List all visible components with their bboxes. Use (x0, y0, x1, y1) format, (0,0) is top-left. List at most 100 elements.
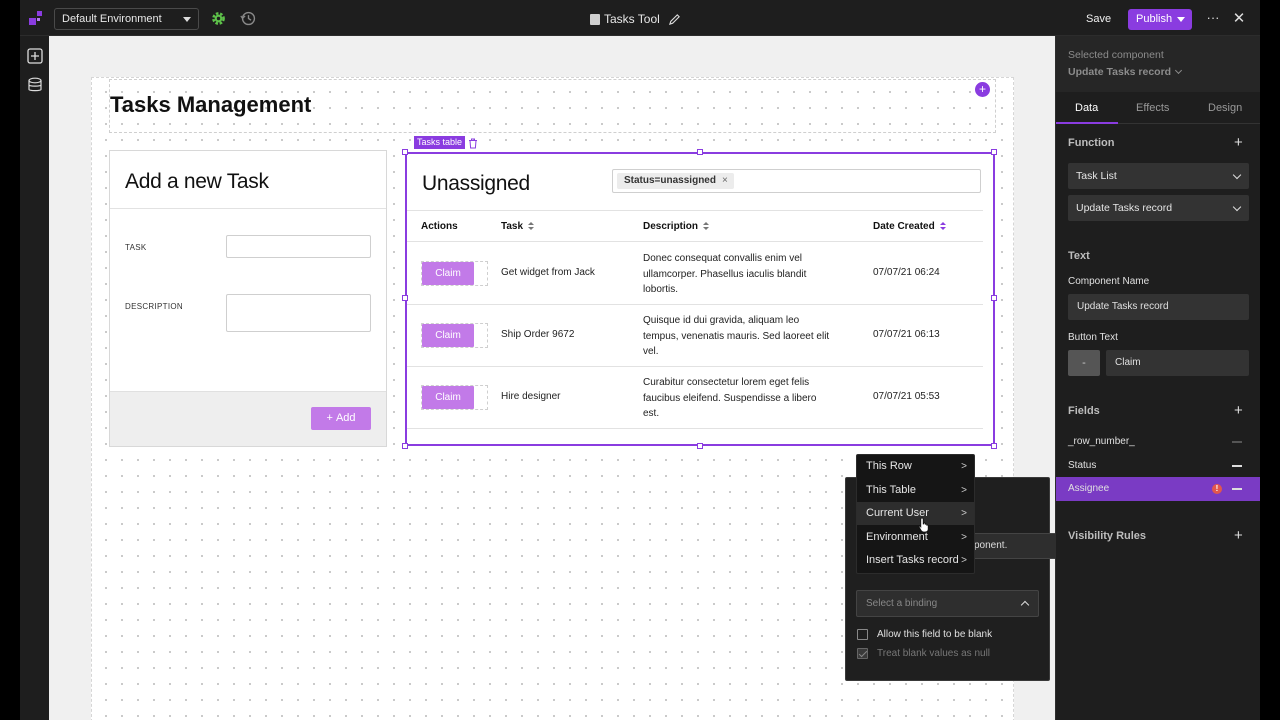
gear-icon[interactable] (210, 10, 227, 27)
date-cell: 07/07/21 05:53 (873, 391, 940, 402)
remove-filter-icon[interactable]: × (722, 173, 728, 189)
add-section-button[interactable]: + (975, 82, 990, 97)
component-name-input[interactable]: Update Tasks record (1068, 294, 1249, 320)
component-select-text: ponent. (974, 540, 1008, 551)
menu-item-current-user[interactable]: Current User > (857, 502, 974, 525)
field-row-label: _row_number_ (1068, 436, 1135, 447)
column-header-description[interactable]: Description (643, 221, 710, 232)
selected-component-name: Update Tasks record (1068, 66, 1172, 78)
resize-handle[interactable] (991, 295, 997, 301)
menu-item-label: This Row (866, 460, 912, 472)
add-task-title: Add a new Task (125, 170, 269, 193)
blank-as-null-checkbox[interactable] (857, 647, 868, 659)
add-task-header: Add a new Task (110, 151, 386, 209)
column-header-date-created[interactable]: Date Created (873, 221, 946, 232)
table-title: Unassigned (422, 172, 530, 195)
hand-cursor-icon (918, 517, 929, 533)
resize-handle[interactable] (697, 149, 703, 155)
filter-chip-label: Status=unassigned (624, 175, 716, 186)
claim-button[interactable]: Claim (422, 262, 474, 285)
add-component-icon[interactable] (27, 48, 43, 64)
resize-handle[interactable] (697, 443, 703, 449)
chevron-right-icon: > (961, 508, 967, 519)
sort-icon[interactable] (939, 222, 946, 231)
button-text-input[interactable]: Claim (1106, 350, 1249, 376)
chevron-right-icon: > (961, 485, 967, 496)
chevron-right-icon: > (961, 532, 967, 543)
remove-field-icon[interactable] (1232, 441, 1242, 443)
resize-handle[interactable] (991, 443, 997, 449)
database-icon[interactable] (27, 77, 43, 93)
trash-icon[interactable] (468, 138, 478, 149)
menu-item-label: This Table (866, 484, 916, 496)
field-row[interactable]: _row_number_ (1056, 430, 1260, 454)
menu-item-environment[interactable]: Environment > (857, 526, 974, 549)
column-header-task[interactable]: Task (501, 221, 535, 232)
chevron-down-icon (1232, 170, 1242, 180)
filter-chip[interactable]: Status=unassigned × (617, 173, 734, 189)
add-field-button[interactable]: + (1234, 403, 1243, 418)
page-title[interactable]: Tasks Management (110, 92, 311, 118)
chevron-right-icon: > (961, 555, 967, 566)
blank-as-null-option[interactable]: Treat blank values as null (857, 646, 990, 660)
menu-item-this-row[interactable]: This Row > (857, 455, 974, 478)
field-row[interactable]: Status (1056, 454, 1260, 478)
description-cell: Curabitur consectetur lorem eget felis f… (643, 377, 817, 419)
add-task-form[interactable]: Add a new Task TASK DESCRIPTION + Add (109, 150, 387, 447)
tab-design[interactable]: Design (1208, 102, 1242, 114)
menu-item-label: Insert Tasks record (866, 554, 959, 566)
task-input[interactable] (226, 235, 371, 258)
save-button[interactable]: Save (1082, 9, 1115, 29)
table-row: Claim Get widget from Jack Donec consequ… (407, 243, 983, 305)
add-function-button[interactable]: + (1234, 135, 1243, 150)
allow-blank-checkbox[interactable] (857, 628, 868, 640)
chevron-right-icon: > (961, 461, 967, 472)
menu-item-this-table[interactable]: This Table > (857, 479, 974, 502)
add-visibility-rule-button[interactable]: + (1234, 528, 1243, 543)
function-select-2[interactable]: Update Tasks record (1068, 195, 1249, 221)
selected-component-select[interactable]: Update Tasks record (1068, 66, 1183, 78)
history-icon[interactable] (240, 10, 257, 27)
add-task-footer: + Add (110, 391, 386, 446)
function-select-1-value: Task List (1076, 170, 1117, 182)
function-select-1[interactable]: Task List (1068, 163, 1249, 189)
claim-button[interactable]: Claim (422, 324, 474, 347)
warning-icon: ! (1212, 484, 1222, 494)
publish-button[interactable]: Publish (1128, 9, 1192, 30)
fields-section-title: Fields (1068, 405, 1100, 417)
claim-button[interactable]: Claim (422, 386, 474, 409)
resize-handle[interactable] (402, 295, 408, 301)
binding-select[interactable]: Select a binding (856, 590, 1039, 617)
menu-item-insert-tasks-record[interactable]: Insert Tasks record > (857, 549, 974, 572)
app-logo-icon[interactable] (28, 10, 44, 26)
allow-blank-label: Allow this field to be blank (877, 628, 993, 640)
remove-field-icon[interactable] (1232, 465, 1242, 467)
resize-handle[interactable] (402, 149, 408, 155)
environment-select-label: Default Environment (62, 13, 162, 25)
table-header: Actions Task Description Date Created (407, 210, 983, 242)
resize-handle[interactable] (991, 149, 997, 155)
task-cell: Ship Order 9672 (501, 329, 575, 340)
sort-icon[interactable] (703, 222, 710, 231)
close-button[interactable]: ✕ (1230, 9, 1248, 29)
add-task-button[interactable]: + Add (311, 407, 371, 430)
chevron-down-icon (1175, 66, 1183, 75)
allow-blank-option[interactable]: Allow this field to be blank (857, 627, 992, 641)
tasks-table[interactable]: Unassigned Status=unassigned × Actions T… (405, 152, 995, 446)
sort-icon[interactable] (528, 222, 535, 231)
more-options-button[interactable]: ··· (1204, 9, 1222, 29)
binding-source-menu: This Row > This Table > Current User > E… (856, 454, 975, 574)
description-textarea[interactable] (226, 294, 371, 332)
environment-select[interactable]: Default Environment (54, 8, 199, 30)
resize-handle[interactable] (402, 443, 408, 449)
function-select-2-value: Update Tasks record (1076, 202, 1173, 214)
filter-input[interactable]: Status=unassigned × (612, 169, 981, 193)
tab-data[interactable]: Data (1075, 102, 1098, 114)
text-section-title: Text (1068, 250, 1090, 262)
pencil-icon[interactable] (668, 13, 681, 26)
field-row[interactable]: Assignee ! (1056, 477, 1260, 501)
tab-effects[interactable]: Effects (1136, 102, 1169, 114)
claim-button-container: Claim (421, 261, 488, 286)
button-text-mode-toggle[interactable]: - (1068, 350, 1100, 376)
remove-field-icon[interactable] (1232, 488, 1242, 490)
